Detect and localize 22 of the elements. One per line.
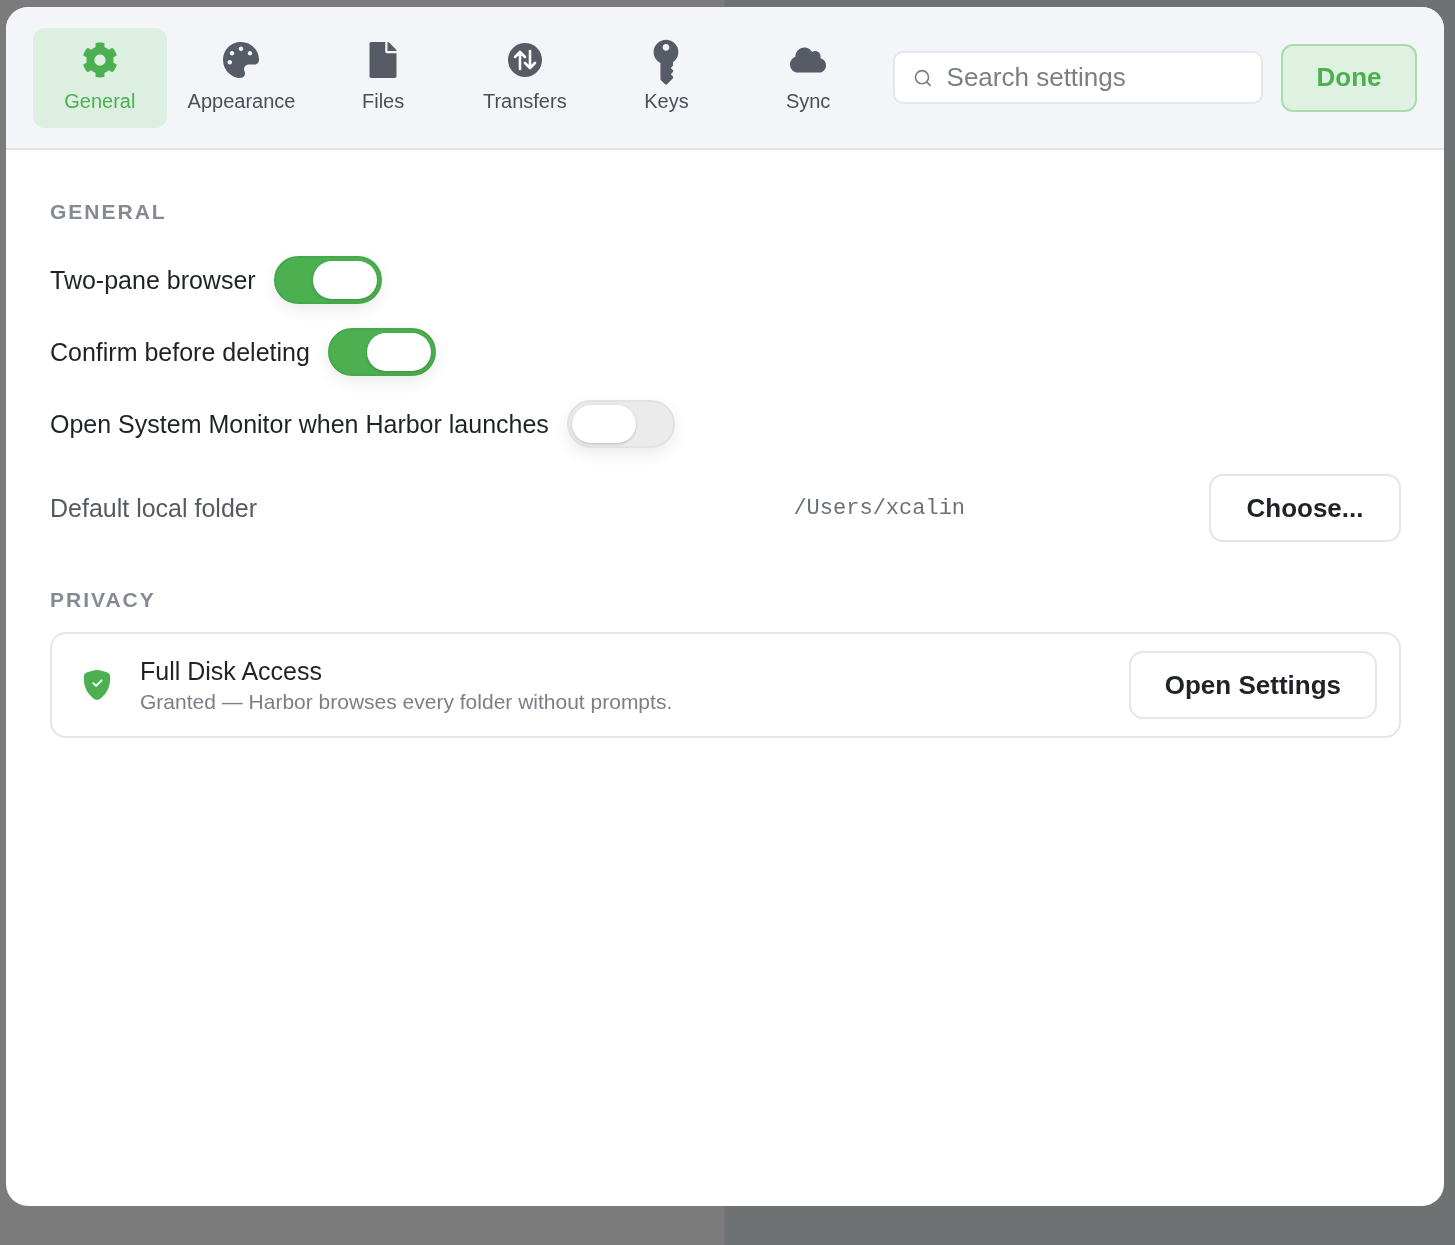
setting-label: Default local folder: [50, 493, 259, 523]
toggle-switch[interactable]: [327, 328, 436, 376]
setting-label: Open System Monitor when Harbor launches: [50, 409, 549, 439]
folder-path: /Users/xcalin: [793, 495, 966, 521]
permission-title: Full Disk Access: [140, 656, 323, 686]
settings-tab[interactable]: Files: [316, 27, 450, 128]
palette-icon: [223, 42, 260, 78]
permission-description: Granted — Harbor browses every folder without prompts.: [140, 689, 674, 714]
settings-tab[interactable]: Sync: [741, 27, 875, 128]
section-heading: PRIVACY: [50, 588, 157, 612]
open-settings-button[interactable]: Open Settings: [1128, 651, 1377, 719]
search-field[interactable]: Search settings: [892, 51, 1264, 104]
settings-tab[interactable]: Appearance: [174, 27, 309, 128]
setting-label: Two-pane browser: [50, 265, 256, 295]
settings-tab[interactable]: Transfers: [457, 27, 592, 128]
transfer-icon: [506, 42, 543, 78]
choose-button[interactable]: Choose...: [1209, 474, 1401, 542]
setting-label: Confirm before deleting: [50, 337, 310, 367]
gear-icon: [81, 42, 118, 78]
toggle-switch[interactable]: [273, 256, 382, 304]
section-heading: GENERAL: [50, 200, 168, 224]
settings-tab[interactable]: Keys: [599, 27, 734, 128]
